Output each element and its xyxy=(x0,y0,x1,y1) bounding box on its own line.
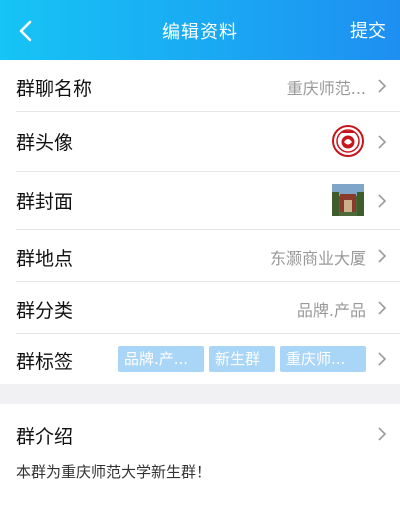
group-tags-label: 群标签 xyxy=(16,351,74,373)
group-category-value: 品牌.产品 xyxy=(296,301,366,320)
group-avatar-image xyxy=(332,125,364,157)
row-group-name[interactable]: 群聊名称 重庆师范... xyxy=(0,60,400,112)
submit-button[interactable]: 提交 xyxy=(350,17,386,43)
chevron-right-icon xyxy=(378,249,387,263)
group-avatar-label: 群头像 xyxy=(16,132,74,154)
chevron-right-icon xyxy=(378,135,387,149)
group-intro-text: 本群为重庆师范大学新生群！ xyxy=(16,463,212,481)
group-name-value: 重庆师范... xyxy=(286,79,366,98)
chevron-right-icon xyxy=(378,352,387,366)
row-group-intro[interactable]: 群介绍 本群为重庆师范大学新生群！ xyxy=(0,404,400,508)
group-location-value: 东灏商业大厦 xyxy=(269,249,366,268)
group-info-list: 群聊名称 重庆师范... 群头像 群封面 群地点 东灏商业大厦 群分类 品牌.产… xyxy=(0,60,400,384)
group-intro-label: 群介绍 xyxy=(16,426,74,448)
group-name-label: 群聊名称 xyxy=(16,78,93,100)
group-tag: 品牌.产... xyxy=(118,346,204,372)
chevron-right-icon xyxy=(378,301,387,315)
group-cover-image xyxy=(332,184,364,216)
group-tag: 新生群 xyxy=(209,346,275,372)
page-title: 编辑资料 xyxy=(162,22,238,43)
row-group-avatar[interactable]: 群头像 xyxy=(0,112,400,172)
top-bar: 编辑资料 提交 xyxy=(0,0,400,60)
chevron-right-icon xyxy=(378,194,387,208)
chevron-right-icon xyxy=(378,427,387,441)
group-tag: 重庆师... xyxy=(280,346,366,372)
group-cover-label: 群封面 xyxy=(16,191,74,213)
row-group-tags[interactable]: 群标签 品牌.产... 新生群 重庆师... xyxy=(0,334,400,384)
group-category-label: 群分类 xyxy=(16,300,74,322)
group-tag-list: 品牌.产... 新生群 重庆师... xyxy=(118,346,366,372)
chevron-right-icon xyxy=(378,79,387,93)
group-location-label: 群地点 xyxy=(16,248,74,270)
row-group-cover[interactable]: 群封面 xyxy=(0,172,400,230)
row-group-category[interactable]: 群分类 品牌.产品 xyxy=(0,282,400,334)
row-group-location[interactable]: 群地点 东灏商业大厦 xyxy=(0,230,400,282)
